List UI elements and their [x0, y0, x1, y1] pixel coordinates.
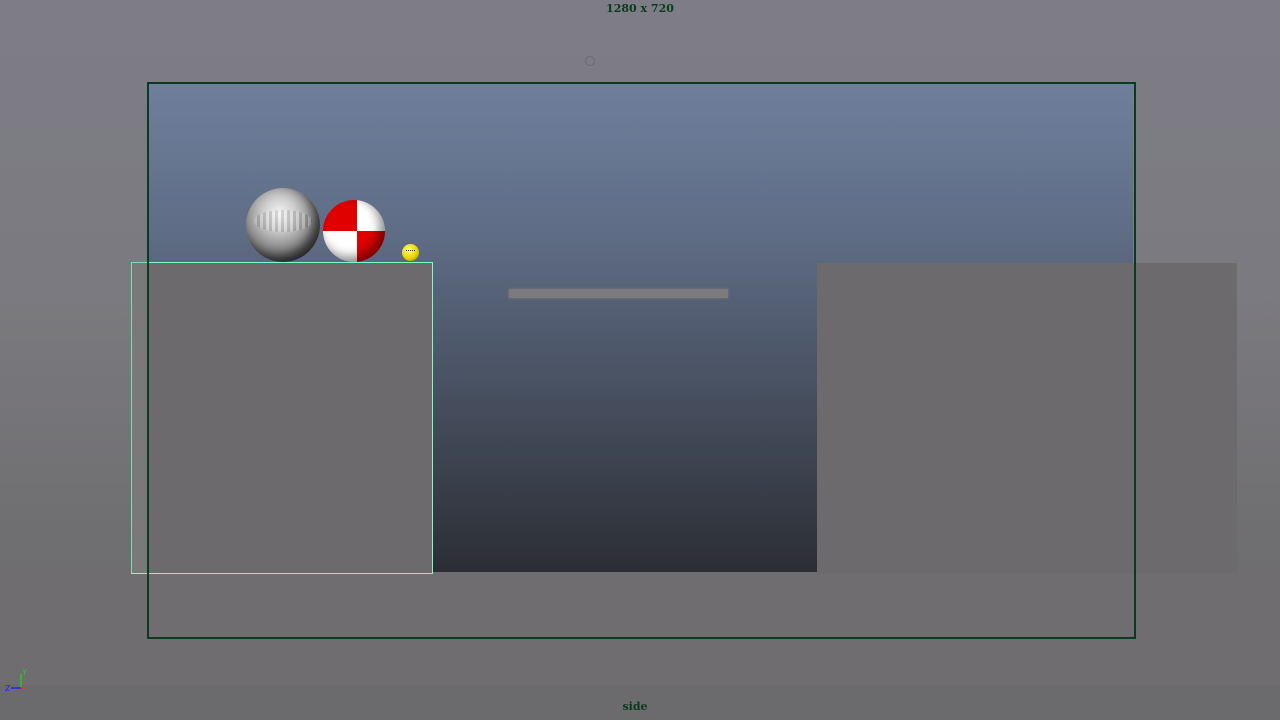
side-camera-viewport[interactable]: 1280 x 720 side Y Z — [0, 0, 1280, 720]
z-axis-label: Z — [5, 684, 11, 693]
floating-platform[interactable] — [509, 289, 728, 298]
camera-name-label: side — [622, 700, 648, 713]
left-block-selected[interactable] — [131, 262, 433, 574]
y-axis-label: Y — [21, 668, 27, 677]
resolution-label: 1280 x 720 — [606, 2, 674, 15]
small-ball-face — [406, 250, 415, 254]
axis-gizmo-icon: Y Z — [5, 668, 27, 693]
checker-sphere[interactable] — [323, 200, 385, 262]
camera-marker-icon — [585, 56, 595, 66]
right-block[interactable] — [817, 263, 1237, 573]
left-block-overscan-region — [131, 262, 148, 573]
ground-plane — [0, 572, 1280, 685]
metal-sphere[interactable] — [246, 188, 320, 262]
